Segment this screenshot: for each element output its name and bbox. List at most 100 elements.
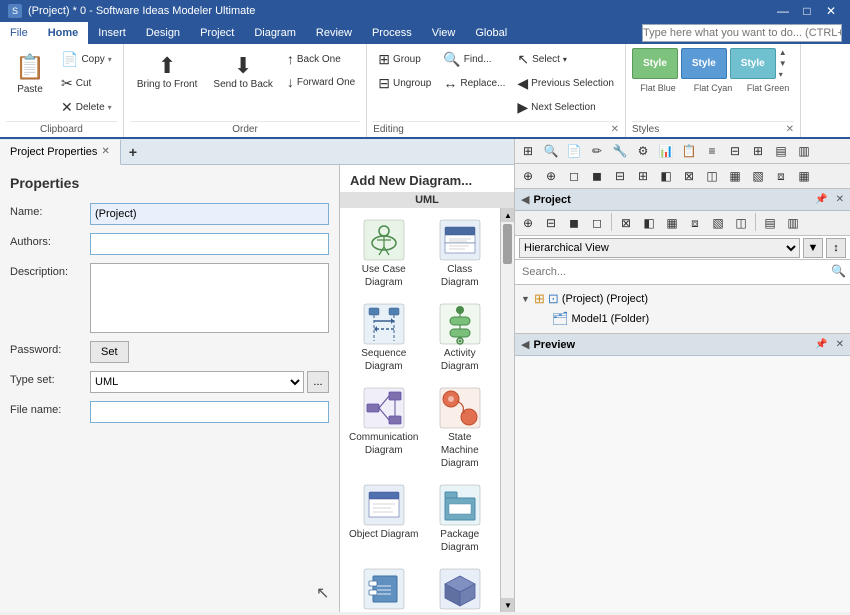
rt-btn-7[interactable]: 📊 <box>655 141 677 161</box>
preview-pin-icon[interactable]: 📌 <box>815 339 827 350</box>
rt-btn-11[interactable]: ⊞ <box>747 141 769 161</box>
hierarchy-sort-button[interactable]: ↕ <box>826 238 846 258</box>
statemachine-diagram-item[interactable]: State Machine Diagram <box>425 382 494 475</box>
proj-tb-10[interactable]: ◫ <box>730 213 752 233</box>
package-diagram-item[interactable]: Package Diagram <box>425 479 494 559</box>
rt-btn2-6[interactable]: ⊞ <box>632 166 654 186</box>
style-scroll-up[interactable]: ▲ <box>779 48 787 57</box>
scroll-down-arrow[interactable]: ▼ <box>501 598 514 612</box>
rt-btn2-8[interactable]: ⊠ <box>678 166 700 186</box>
activity-diagram-item[interactable]: Activity Diagram <box>425 298 494 378</box>
rt-btn-9[interactable]: ≡ <box>701 141 723 161</box>
proj-tb-7[interactable]: ▦ <box>661 213 683 233</box>
hierarchy-select[interactable]: Hierarchical View <box>519 238 800 258</box>
proj-tb-12[interactable]: ▥ <box>782 213 804 233</box>
proj-tb-11[interactable]: ▤ <box>759 213 781 233</box>
class-diagram-item[interactable]: Class Diagram <box>425 214 494 294</box>
name-input[interactable] <box>90 203 329 225</box>
tree-item-project[interactable]: ▼ ⊞ ⊡ (Project) (Project) <box>519 289 846 309</box>
preview-collapse-icon[interactable]: ◀ <box>521 338 529 351</box>
rt-btn-8[interactable]: 📋 <box>678 141 700 161</box>
menu-process[interactable]: Process <box>362 22 422 44</box>
proj-tb-6[interactable]: ◧ <box>638 213 660 233</box>
prev-selection-button[interactable]: ◀ Previous Selection <box>512 72 619 95</box>
rt-btn2-2[interactable]: ⊕ <box>540 166 562 186</box>
rt-btn2-9[interactable]: ◫ <box>701 166 723 186</box>
description-input[interactable] <box>90 263 329 333</box>
cut-button[interactable]: ✂ Cut <box>56 72 117 95</box>
deployment-diagram-item[interactable]: Deployment Diagram <box>425 563 494 612</box>
rt-btn2-11[interactable]: ▧ <box>747 166 769 186</box>
tab-add-button[interactable]: + <box>121 141 145 163</box>
scroll-up-arrow[interactable]: ▲ <box>501 208 514 222</box>
proj-tb-8[interactable]: ⧈ <box>684 213 706 233</box>
paste-button[interactable]: 📋 Paste <box>6 48 54 100</box>
usecase-diagram-item[interactable]: Use Case Diagram <box>346 214 421 294</box>
project-properties-tab[interactable]: Project Properties ✕ <box>0 140 121 165</box>
sequence-diagram-item[interactable]: Sequence Diagram <box>346 298 421 378</box>
proj-tb-5[interactable]: ⊠ <box>615 213 637 233</box>
editing-close[interactable]: ✕ <box>611 124 619 135</box>
rt-btn-3[interactable]: 📄 <box>563 141 585 161</box>
menu-file[interactable]: File <box>0 22 38 44</box>
forward-one-button[interactable]: ↓ Forward One <box>282 71 360 93</box>
diagram-scrollbar[interactable]: ▲ ▼ <box>500 208 514 612</box>
hierarchy-filter-button[interactable]: ▼ <box>803 238 823 258</box>
rt-btn2-12[interactable]: ⧈ <box>770 166 792 186</box>
delete-button[interactable]: ✕ Delete ▾ <box>56 96 117 119</box>
component-diagram-item[interactable]: Component Diagram <box>346 563 421 612</box>
copy-button[interactable]: 📄 Copy ▾ <box>56 48 117 71</box>
ungroup-button[interactable]: ⊟ Ungroup <box>373 72 436 95</box>
back-one-button[interactable]: ↑ Back One <box>282 48 360 70</box>
replace-button[interactable]: ↔ Replace... <box>438 72 510 94</box>
send-to-back-button[interactable]: ⬇ Send to Back <box>206 48 279 95</box>
rt-btn2-5[interactable]: ⊟ <box>609 166 631 186</box>
ribbon-search-input[interactable] <box>642 24 842 42</box>
bring-to-front-button[interactable]: ⬆ Bring to Front <box>130 48 205 95</box>
styles-close[interactable]: ✕ <box>786 124 794 135</box>
tree-item-model1[interactable]: 🗂 Model1 (Folder) <box>537 309 846 329</box>
project-search-input[interactable] <box>517 262 829 282</box>
set-password-button[interactable]: Set <box>90 341 129 363</box>
close-button[interactable]: ✕ <box>820 0 842 22</box>
group-button[interactable]: ⊞ Group <box>373 48 436 71</box>
rt-btn2-7[interactable]: ◧ <box>655 166 677 186</box>
authors-input[interactable] <box>90 233 329 255</box>
proj-tb-2[interactable]: ⊟ <box>540 213 562 233</box>
search-icon[interactable]: 🔍 <box>829 262 848 282</box>
maximize-button[interactable]: □ <box>796 0 818 22</box>
rt-btn2-10[interactable]: ▦ <box>724 166 746 186</box>
next-selection-button[interactable]: ▶ Next Selection <box>512 96 619 119</box>
find-button[interactable]: 🔍 Find... <box>438 48 510 71</box>
rt-btn2-4[interactable]: ◼ <box>586 166 608 186</box>
preview-close-icon[interactable]: ✕ <box>836 339 844 350</box>
rt-btn-12[interactable]: ▤ <box>770 141 792 161</box>
proj-tb-3[interactable]: ◼ <box>563 213 585 233</box>
rt-btn-6[interactable]: ⚙ <box>632 141 654 161</box>
rt-btn-1[interactable]: ⊞ <box>517 141 539 161</box>
menu-design[interactable]: Design <box>136 22 190 44</box>
panel-collapse-icon[interactable]: ◀ <box>521 193 529 206</box>
style-btn-1[interactable]: Style <box>632 48 678 79</box>
menu-home[interactable]: Home <box>38 22 89 44</box>
tab-close-icon[interactable]: ✕ <box>101 146 109 157</box>
minimize-button[interactable]: — <box>772 0 794 22</box>
select-button[interactable]: ↖ Select ▾ <box>512 48 619 71</box>
style-scroll-more[interactable]: ▾ <box>779 70 787 79</box>
menu-view[interactable]: View <box>422 22 466 44</box>
style-scroll-dn[interactable]: ▼ <box>779 59 787 68</box>
panel-pin-icon[interactable]: 📌 <box>815 194 827 205</box>
rt-btn-10[interactable]: ⊟ <box>724 141 746 161</box>
rt-btn-4[interactable]: ✏ <box>586 141 608 161</box>
proj-tb-4[interactable]: ◻ <box>586 213 608 233</box>
communication-diagram-item[interactable]: Communication Diagram <box>346 382 421 475</box>
typeset-select[interactable]: UML <box>90 371 304 393</box>
typeset-dots-button[interactable]: ... <box>307 371 329 393</box>
rt-btn-13[interactable]: ▥ <box>793 141 815 161</box>
object-diagram-item[interactable]: Object Diagram <box>346 479 421 559</box>
menu-insert[interactable]: Insert <box>88 22 136 44</box>
rt-btn2-3[interactable]: ◻ <box>563 166 585 186</box>
rt-btn2-1[interactable]: ⊕ <box>517 166 539 186</box>
style-btn-3[interactable]: Style <box>730 48 776 79</box>
rt-btn-5[interactable]: 🔧 <box>609 141 631 161</box>
